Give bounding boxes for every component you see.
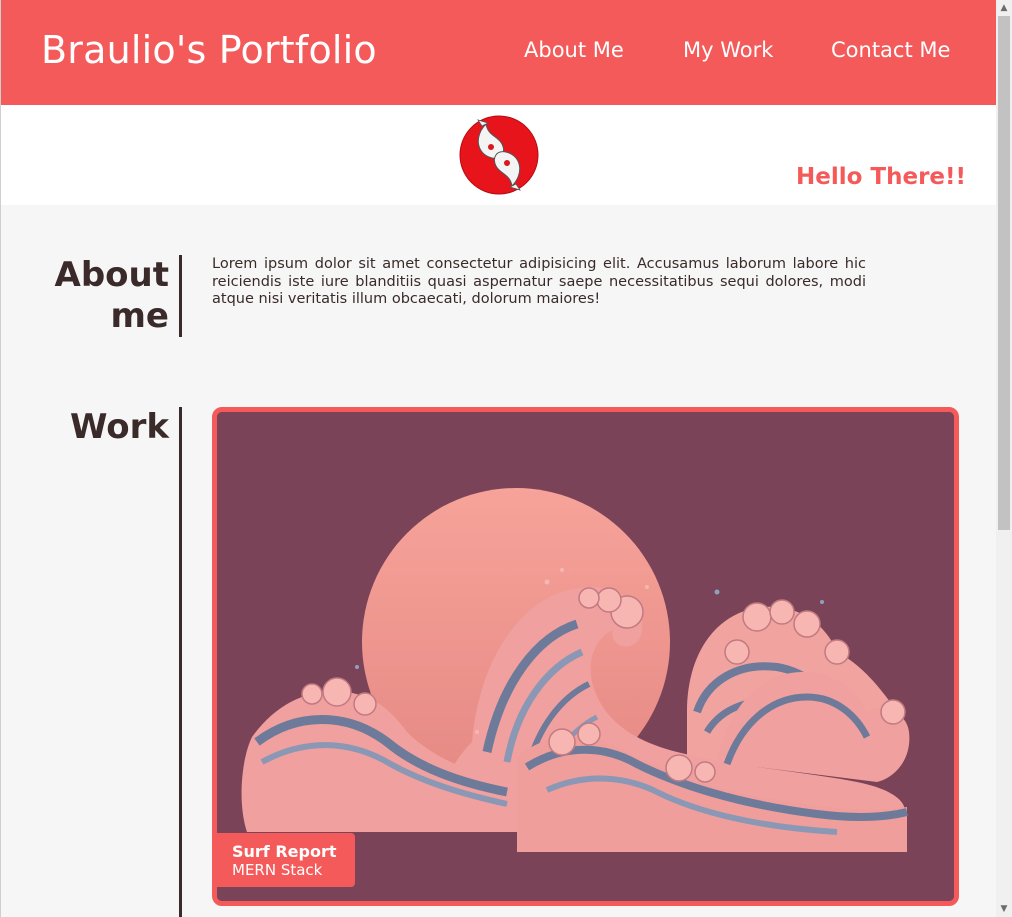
site-brand[interactable]: Braulio's Portfolio xyxy=(41,28,377,72)
hero-banner: Hello There!! xyxy=(1,105,996,205)
about-body-text: Lorem ipsum dolor sit amet consectetur a… xyxy=(212,256,866,307)
project-title: Surf Report xyxy=(232,842,337,861)
nav-link-about-me[interactable]: About Me xyxy=(524,38,624,62)
nav-link-contact-me[interactable]: Contact Me xyxy=(831,38,950,62)
scroll-up-arrow-icon[interactable]: ▲ xyxy=(996,0,1012,16)
vertical-scrollbar[interactable]: ▲ ▼ xyxy=(996,0,1012,917)
scroll-down-arrow-icon[interactable]: ▼ xyxy=(996,901,1012,917)
page: Braulio's Portfolio About Me My Work Con… xyxy=(0,0,996,917)
nav-link-my-work[interactable]: My Work xyxy=(683,38,773,62)
project-subtitle: MERN Stack xyxy=(232,861,323,879)
project-caption: Surf Report MERN Stack xyxy=(217,833,355,887)
about-divider xyxy=(179,255,182,337)
about-section-title: About me xyxy=(54,255,169,336)
work-section-title: Work xyxy=(69,407,169,447)
scrollbar-thumb[interactable] xyxy=(998,16,1010,530)
top-navbar: Braulio's Portfolio About Me My Work Con… xyxy=(1,0,996,105)
great-wave-sunset-image xyxy=(217,412,954,901)
work-divider xyxy=(179,407,182,917)
hero-greeting: Hello There!! xyxy=(795,164,966,190)
koi-fish-logo-icon xyxy=(459,115,539,195)
project-card-surf-report[interactable]: Surf Report MERN Stack xyxy=(212,407,959,906)
